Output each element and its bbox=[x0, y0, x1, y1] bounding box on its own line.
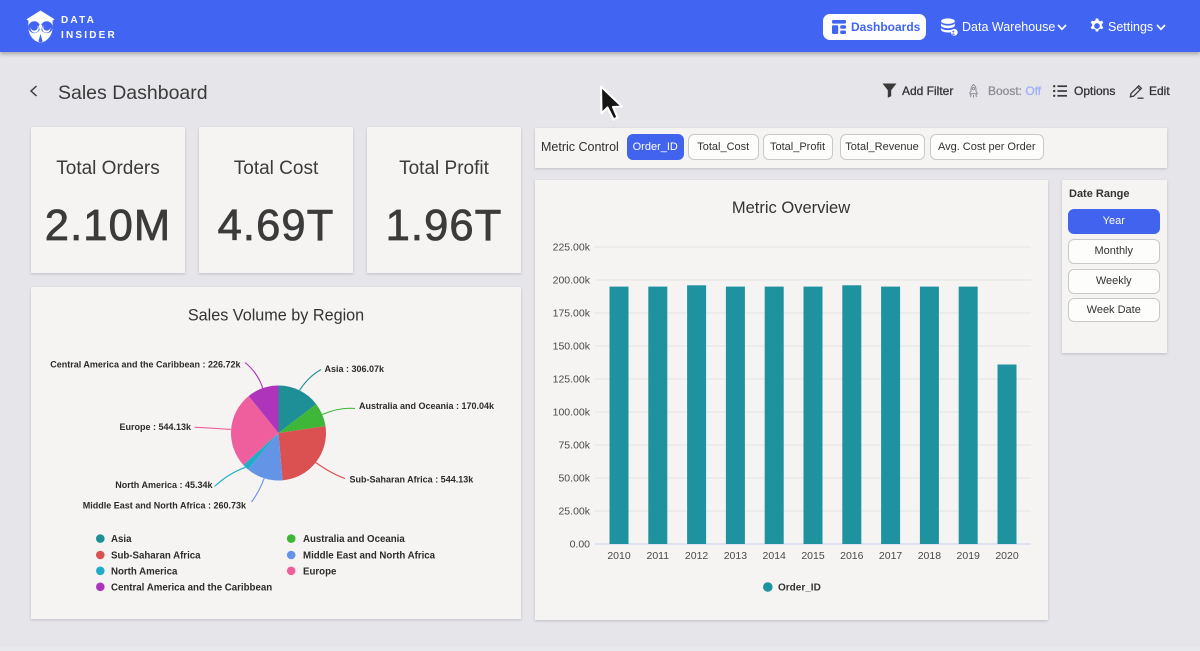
svg-text:25.00k: 25.00k bbox=[558, 506, 590, 518]
svg-text:2017: 2017 bbox=[879, 550, 903, 562]
svg-text:2012: 2012 bbox=[685, 550, 709, 562]
svg-text:North America: North America bbox=[111, 566, 178, 577]
svg-text:150.00k: 150.00k bbox=[553, 341, 591, 353]
svg-text:200.00k: 200.00k bbox=[553, 275, 591, 287]
svg-text:Europe: Europe bbox=[303, 566, 337, 577]
svg-text:75.00k: 75.00k bbox=[558, 440, 590, 452]
svg-text:Middle East and North Africa :: Middle East and North Africa : 260.73k bbox=[83, 501, 247, 511]
svg-text:2010: 2010 bbox=[607, 550, 631, 562]
svg-text:Australia and Oceania : 170.04: Australia and Oceania : 170.04k bbox=[359, 401, 495, 411]
svg-text:Sales Volume by Region: Sales Volume by Region bbox=[188, 306, 364, 324]
svg-text:2020: 2020 bbox=[995, 550, 1019, 562]
svg-text:175.00k: 175.00k bbox=[553, 308, 591, 320]
svg-text:Sub-Saharan Africa : 544.13k: Sub-Saharan Africa : 544.13k bbox=[350, 474, 475, 484]
svg-text:Metric Overview: Metric Overview bbox=[732, 199, 850, 217]
svg-text:2011: 2011 bbox=[647, 550, 670, 562]
svg-text:Central America and the Caribb: Central America and the Caribbean bbox=[111, 582, 272, 593]
svg-text:2016: 2016 bbox=[840, 550, 864, 562]
svg-text:50.00k: 50.00k bbox=[558, 473, 590, 485]
svg-text:2015: 2015 bbox=[801, 550, 825, 562]
svg-text:Middle East and North Africa: Middle East and North Africa bbox=[303, 551, 436, 562]
svg-text:Australia and Oceania: Australia and Oceania bbox=[303, 534, 405, 545]
svg-text:125.00k: 125.00k bbox=[553, 374, 591, 386]
svg-text:Central America and the Caribb: Central America and the Caribbean : 226.… bbox=[50, 359, 241, 369]
svg-text:Sub-Saharan Africa: Sub-Saharan Africa bbox=[111, 551, 201, 562]
svg-text:2014: 2014 bbox=[763, 550, 787, 562]
svg-text:2018: 2018 bbox=[918, 550, 942, 562]
svg-text:2019: 2019 bbox=[957, 550, 981, 562]
svg-text:100.00k: 100.00k bbox=[553, 407, 591, 419]
svg-text:Asia : 306.07k: Asia : 306.07k bbox=[325, 364, 386, 374]
svg-text:2013: 2013 bbox=[724, 550, 748, 562]
svg-text:Asia: Asia bbox=[111, 534, 132, 545]
svg-text:Europe : 544.13k: Europe : 544.13k bbox=[119, 422, 192, 432]
svg-text:225.00k: 225.00k bbox=[553, 242, 591, 254]
svg-text:0.00: 0.00 bbox=[570, 539, 591, 551]
svg-text:Order_ID: Order_ID bbox=[778, 583, 821, 594]
svg-text:North America : 45.34k: North America : 45.34k bbox=[115, 480, 213, 490]
